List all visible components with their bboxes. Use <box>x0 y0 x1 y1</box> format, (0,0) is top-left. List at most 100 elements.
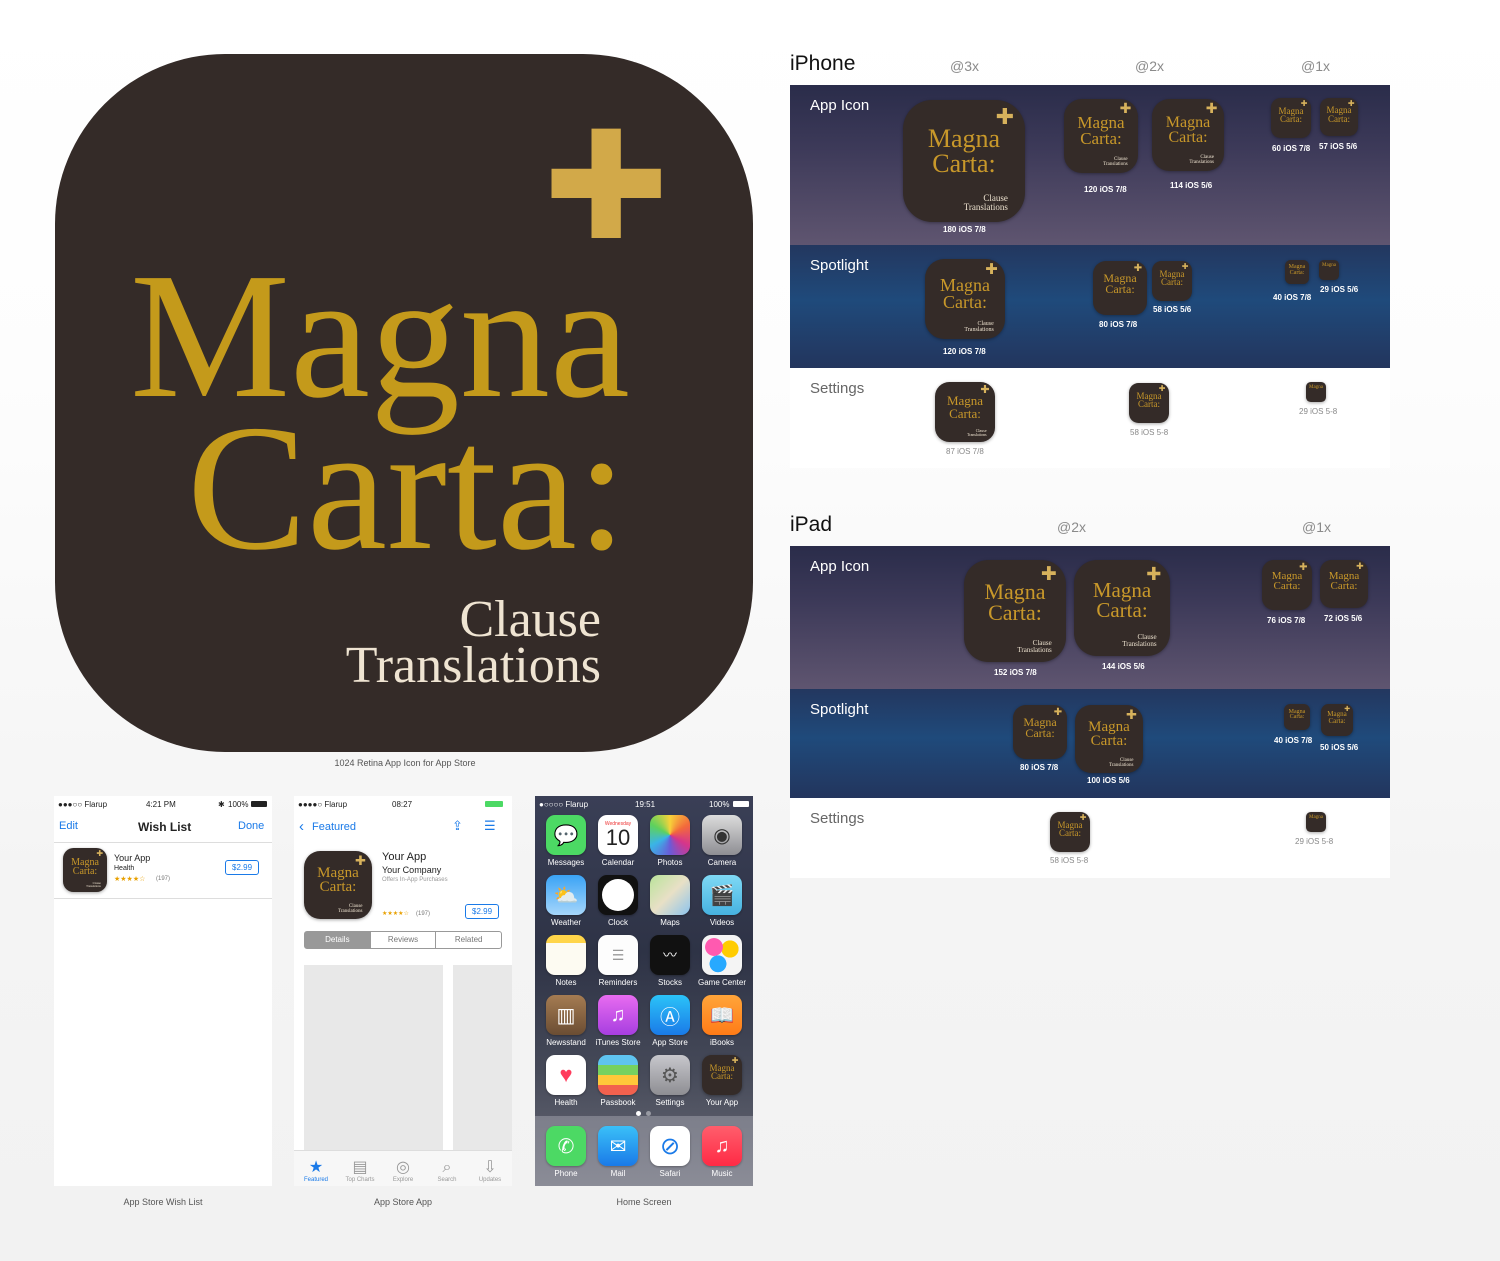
battery-icon <box>251 801 267 807</box>
newsstand-icon[interactable]: ▥ <box>546 995 586 1035</box>
size-label: 57 iOS 5/6 <box>1319 142 1358 151</box>
your-app-icon[interactable]: ✚ Magna Carta: <box>702 1055 742 1095</box>
dock: ✆ Phone ✉ Mail ⊘ Safari ♫ Music <box>535 1116 753 1186</box>
row-label: Spotlight <box>810 257 869 274</box>
segment-related[interactable]: Related <box>435 932 501 948</box>
music-icon[interactable]: ♫ <box>702 1126 742 1166</box>
tab-explore[interactable]: ◎ Explore <box>381 1159 425 1183</box>
passbook-icon[interactable] <box>598 1055 638 1095</box>
size-label: 80 iOS 7/8 <box>1099 320 1138 329</box>
nav-title: Wish List <box>138 820 192 834</box>
mail-icon[interactable]: ✉ <box>598 1126 638 1166</box>
ibooks-icon[interactable]: 📖 <box>702 995 742 1035</box>
home-screen: ●○○○○ Flarup 19:51 100% 💬 Messages Wedne… <box>535 796 753 1186</box>
app-icon-57: ✚ Magna Carta: <box>1320 98 1358 136</box>
spotlight-icon-58: ✚ Magna Carta: <box>1152 261 1192 301</box>
nav-bar: Edit Wish List Done <box>54 812 272 842</box>
app-name: Your App <box>382 851 427 863</box>
maps-icon[interactable] <box>650 875 690 915</box>
spotlight-icon-40: Magna Carta: <box>1285 260 1309 284</box>
iphone-col-2x: @2x <box>1135 58 1164 74</box>
size-label: 58 iOS 5-8 <box>1130 428 1169 437</box>
ipad-col-2x: @2x <box>1057 519 1086 535</box>
settings-icon-58: ✚ Magna Carta: <box>1129 383 1169 423</box>
size-label: 114 iOS 5/6 <box>1170 181 1213 190</box>
clock-icon[interactable] <box>598 875 638 915</box>
done-button[interactable]: Done <box>238 820 264 832</box>
photos-icon[interactable] <box>650 815 690 855</box>
settings-icon-87: ✚ Magna Carta: Clause Translations <box>935 382 995 442</box>
segment-details[interactable]: Details <box>305 932 370 948</box>
status-bar: ●●●●○ Flarup 08:27 <box>294 796 512 812</box>
game-center-icon[interactable] <box>702 935 742 975</box>
status-carrier: ●●●○○ Flarup <box>58 800 108 809</box>
row-label: App Icon <box>810 558 870 575</box>
app-label: Stocks <box>657 978 682 987</box>
row-label: Settings <box>810 810 865 827</box>
app-label: Notes <box>555 978 577 987</box>
tab-updates[interactable]: ⇩ Updates <box>468 1159 512 1183</box>
row-label: Settings <box>810 380 865 397</box>
app-icon-120: ✚ Magna Carta: Clause Translations <box>1064 99 1138 173</box>
status-bar: ●●●○○ Flarup 4:21 PM ✱ 100% <box>54 796 272 812</box>
hero-title-line2: Carta: <box>187 388 627 587</box>
hero-caption: 1024 Retina App Icon for App Store <box>334 758 476 768</box>
spotlight-icon-29: Magna <box>1319 260 1339 280</box>
tab-search[interactable]: ⌕ Search <box>425 1159 469 1183</box>
app-icon-152: ✚ Magna Carta: Clause Translations <box>964 560 1066 662</box>
list-item[interactable]: ✚ Magna Carta: Clause Translations Your Ap… <box>54 844 272 900</box>
status-carrier: ●●●●○ Flarup <box>298 800 348 809</box>
app-label: Clock <box>607 918 628 927</box>
app-label: Mail <box>610 1169 626 1178</box>
app-label: Photos <box>657 858 683 867</box>
videos-icon[interactable]: 🎬 <box>702 875 742 915</box>
ipad-settings-row: Settings ✚ Magna Carta: 58 iOS 5-8 Magna … <box>790 798 1390 878</box>
app-label: Safari <box>659 1169 681 1178</box>
company-name[interactable]: Your Company <box>382 865 441 875</box>
reminders-icon[interactable]: ☰ <box>598 935 638 975</box>
camera-icon[interactable]: ◉ <box>702 815 742 855</box>
status-bar: ●○○○○ Flarup 19:51 100% <box>535 796 753 812</box>
size-label: 29 iOS 5-8 <box>1299 407 1338 416</box>
spotlight-icon-40: Magna Carta: <box>1284 704 1310 730</box>
app-label: Newsstand <box>546 1038 586 1047</box>
weather-icon[interactable]: ⛅ <box>546 875 586 915</box>
app-label: Calendar <box>601 858 635 867</box>
size-label: 40 iOS 7/8 <box>1273 293 1312 302</box>
app-label: App Store <box>652 1038 688 1047</box>
calendar-icon[interactable]: Wednesday 10 <box>598 815 638 855</box>
phone-icon[interactable]: ✆ <box>546 1126 586 1166</box>
itunes-store-icon[interactable]: ♫ <box>598 995 638 1035</box>
list-icon: ▤ <box>352 1159 368 1176</box>
app-label: Videos <box>709 918 735 927</box>
settings-gear-icon[interactable]: ⚙ <box>650 1055 690 1095</box>
stocks-icon[interactable]: 〰 <box>650 935 690 975</box>
app-label: Messages <box>547 858 585 867</box>
wishlist-screen: ●●●○○ Flarup 4:21 PM ✱ 100% Edit Wish Li… <box>54 796 272 1186</box>
app-icon-114: ✚ Magna Carta: Clause Translations <box>1152 99 1224 171</box>
row-label: App Icon <box>810 97 870 114</box>
price-button[interactable]: $2.99 <box>465 904 500 919</box>
app-store-icon[interactable]: Ⓐ <box>650 995 690 1035</box>
health-icon[interactable]: ♥ <box>546 1055 586 1095</box>
status-time: 08:27 <box>392 800 413 809</box>
edit-button[interactable]: Edit <box>59 820 78 832</box>
wishlist-caption: App Store Wish List <box>123 1197 203 1207</box>
price-button[interactable]: $2.99 <box>225 860 260 875</box>
app-label: Phone <box>554 1169 578 1178</box>
safari-compass-icon[interactable]: ⊘ <box>650 1126 690 1166</box>
tab-featured[interactable]: ★ Featured <box>294 1159 338 1183</box>
tab-top-charts[interactable]: ▤ Top Charts <box>338 1159 382 1183</box>
back-button[interactable]: Featured <box>312 821 356 833</box>
segment-reviews[interactable]: Reviews <box>369 932 436 948</box>
app-label: Passbook <box>600 1098 636 1107</box>
homescreen-caption: Home Screen <box>616 1197 672 1207</box>
notes-icon[interactable] <box>546 935 586 975</box>
search-icon: ⌕ <box>442 1159 452 1176</box>
app-icon-72: ✚ Magna Carta: <box>1320 560 1368 608</box>
back-chevron-icon[interactable]: ‹ <box>299 818 304 835</box>
app-icon-60: ✚ Magna Carta: <box>1271 98 1311 138</box>
list-icon[interactable]: ☰ <box>484 818 496 834</box>
messages-icon[interactable]: 💬 <box>546 815 586 855</box>
share-icon[interactable]: ⇪ <box>452 818 463 834</box>
